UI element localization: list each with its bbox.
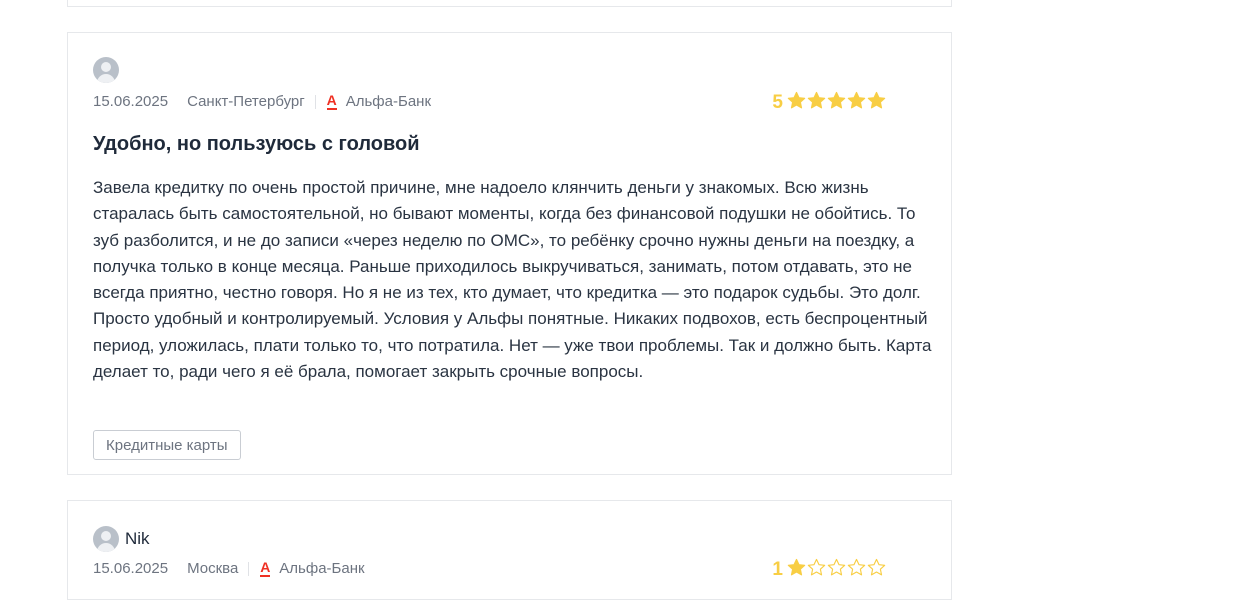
review-city: Москва bbox=[187, 560, 239, 577]
rating-stars bbox=[786, 91, 886, 115]
star-icon bbox=[807, 558, 826, 576]
alfa-bank-logo-icon: А bbox=[260, 558, 271, 577]
review-meta: 15.06.2025 Москва А Альфа-Банк bbox=[93, 558, 365, 578]
rating-stars bbox=[786, 558, 886, 582]
star-icon bbox=[867, 558, 886, 576]
star-icon bbox=[827, 558, 846, 576]
review-title[interactable]: Удобно, но пользуюсь с головой bbox=[93, 133, 420, 156]
star-icon bbox=[787, 558, 806, 576]
star-icon bbox=[807, 91, 826, 109]
review-card: 15.06.2025 Санкт-Петербург А Альфа-Банк … bbox=[67, 32, 952, 475]
review-card: Nik 15.06.2025 Москва А Альфа-Банк 1 bbox=[67, 500, 952, 600]
review-city: Санкт-Петербург bbox=[187, 93, 305, 110]
star-icon bbox=[847, 91, 866, 109]
rating-value: 5 bbox=[772, 92, 783, 113]
review-rating: 5 bbox=[772, 91, 886, 115]
divider bbox=[314, 94, 316, 109]
author-name[interactable]: Nik bbox=[125, 529, 150, 549]
review-author: Nik bbox=[93, 526, 150, 552]
review-card-previous bbox=[67, 0, 952, 7]
bank-name-link[interactable]: Альфа-Банк bbox=[279, 560, 364, 577]
review-text: Завела кредитку по очень простой причине… bbox=[93, 178, 932, 382]
alfa-bank-logo-icon: А bbox=[326, 91, 337, 110]
user-avatar-icon bbox=[93, 526, 119, 552]
star-icon bbox=[847, 558, 866, 576]
star-icon bbox=[787, 91, 806, 109]
rating-value: 1 bbox=[772, 559, 783, 580]
bank-name-link[interactable]: Альфа-Банк bbox=[346, 93, 431, 110]
divider bbox=[248, 561, 250, 576]
review-rating: 1 bbox=[772, 558, 886, 582]
star-icon bbox=[827, 91, 846, 109]
user-avatar-icon bbox=[93, 57, 119, 83]
review-date: 15.06.2025 bbox=[93, 93, 169, 110]
review-author bbox=[93, 57, 125, 83]
tag-credit-cards[interactable]: Кредитные карты bbox=[93, 430, 241, 460]
star-icon bbox=[867, 91, 886, 109]
review-meta: 15.06.2025 Санкт-Петербург А Альфа-Банк bbox=[93, 91, 431, 111]
review-date: 15.06.2025 bbox=[93, 560, 169, 577]
